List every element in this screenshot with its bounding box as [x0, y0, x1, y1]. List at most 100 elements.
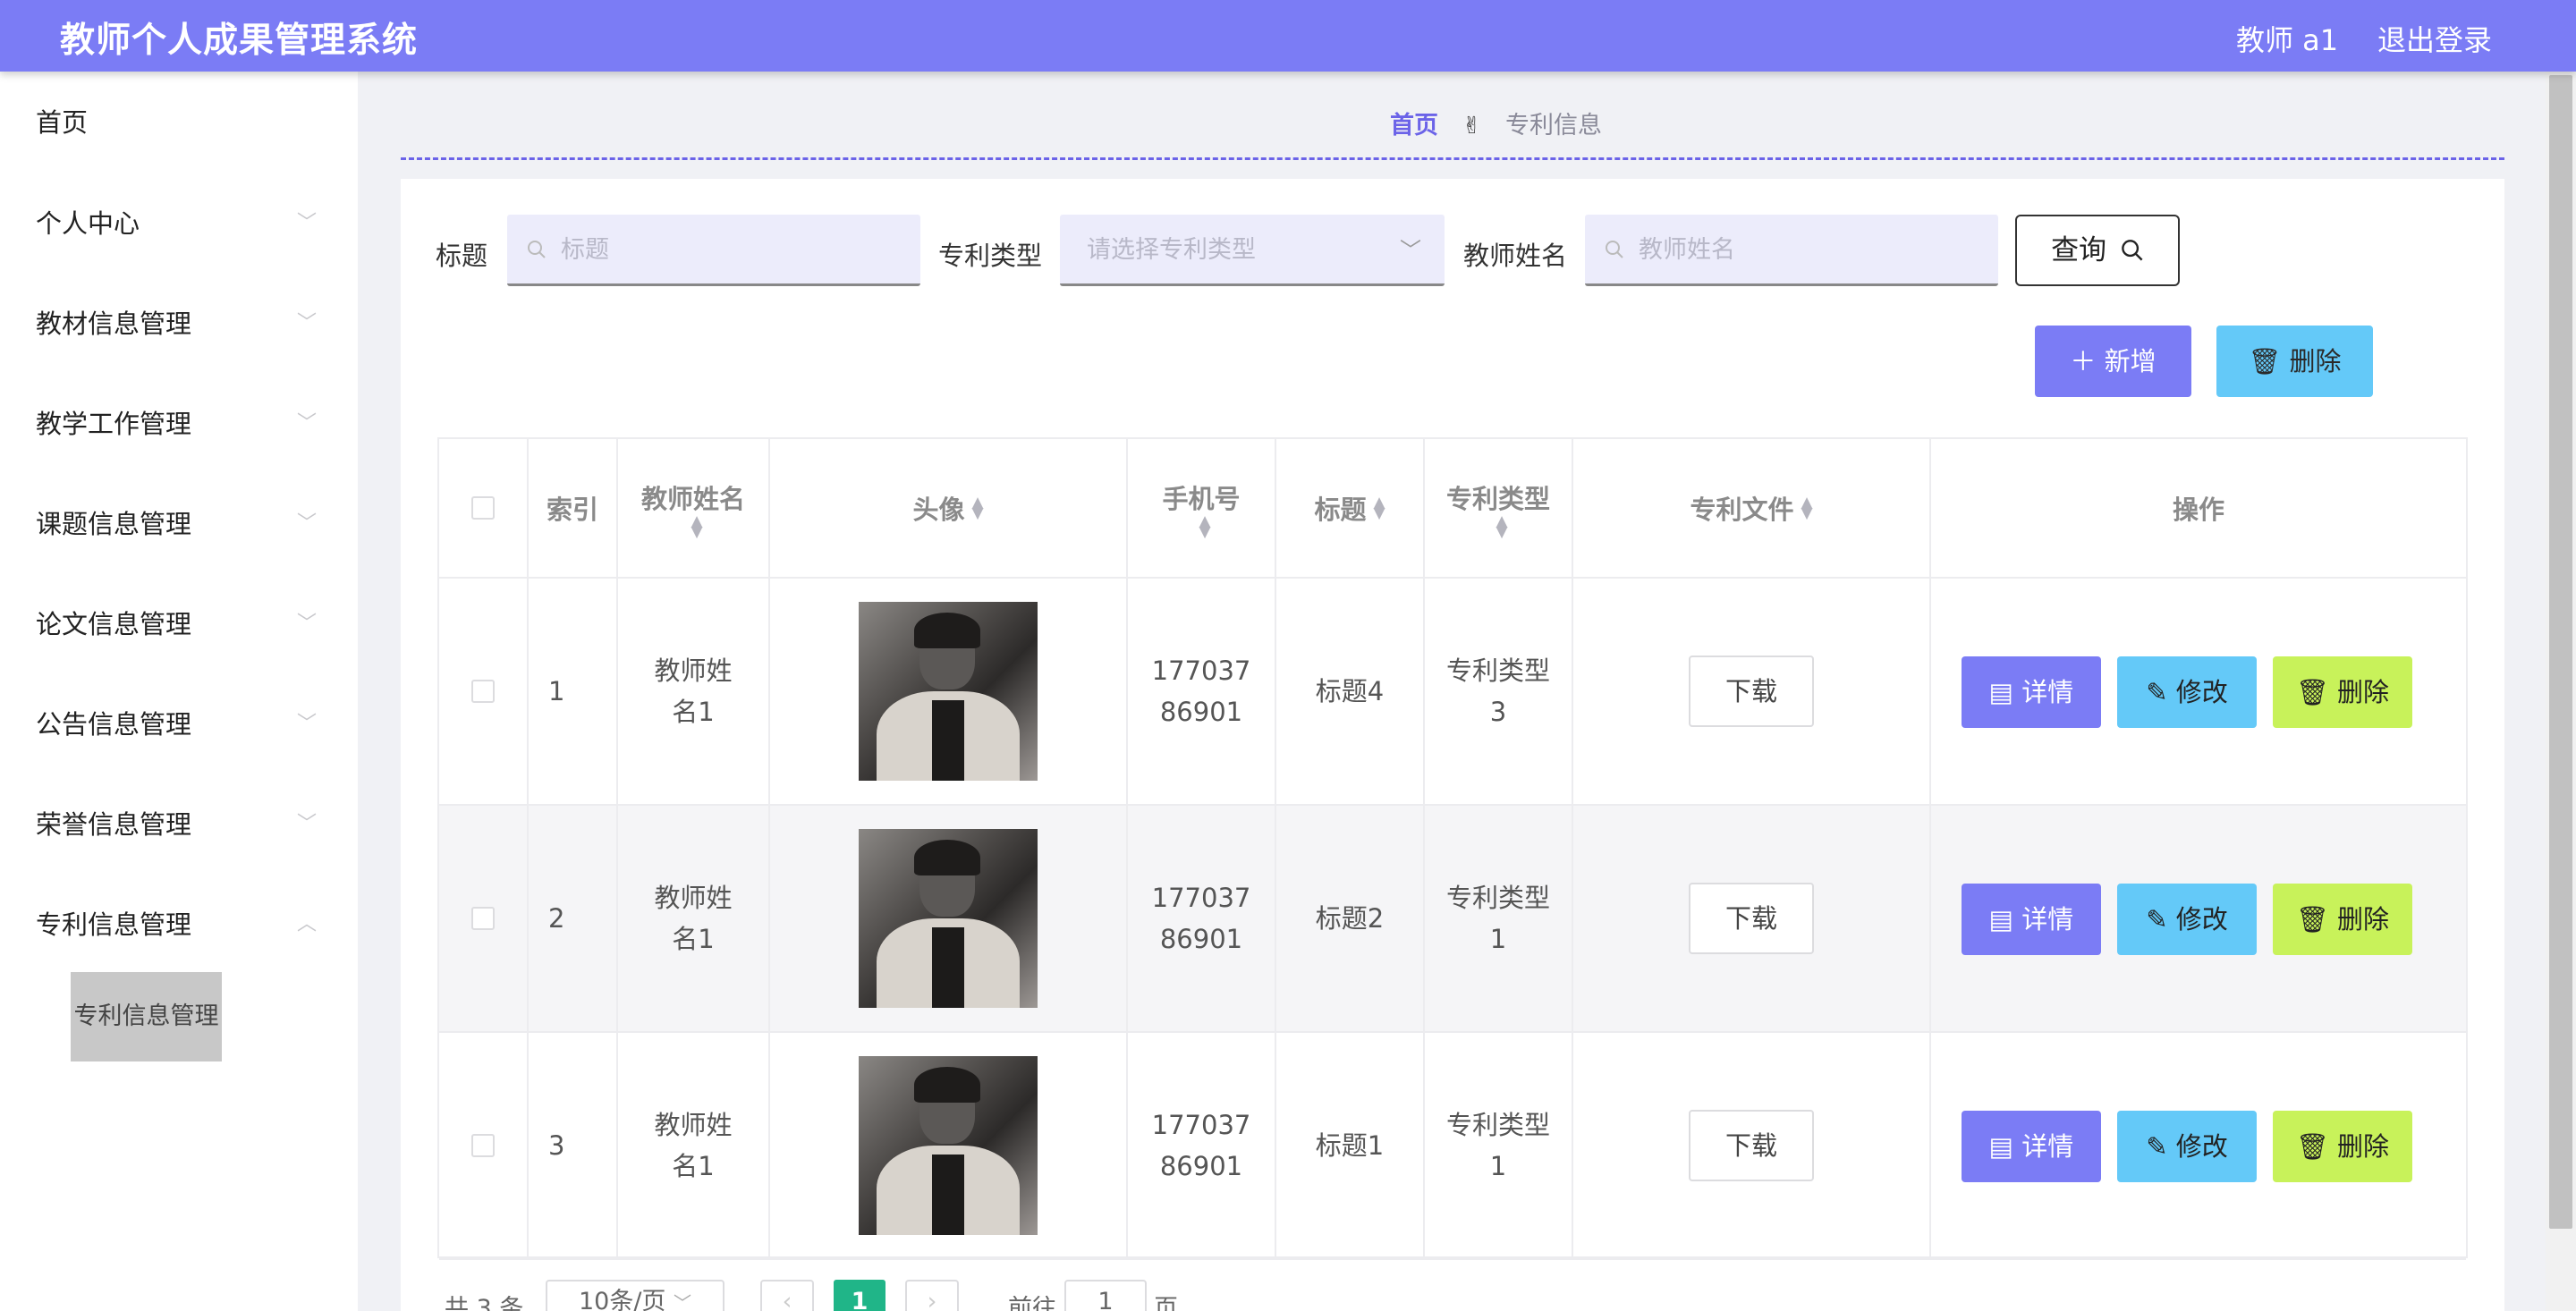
sort-icon[interactable]: ▲ ▼ [1373, 495, 1385, 521]
sidebar-item-personal-center[interactable]: 个人中心 ﹀ [36, 197, 322, 250]
download-button[interactable]: 下载 [1689, 656, 1814, 727]
sort-icon[interactable]: ▲ ▼ [1801, 495, 1812, 521]
sort-icon[interactable]: ▲ ▼ [971, 495, 983, 521]
edit-label: 修改 [2175, 677, 2228, 707]
row-checkbox[interactable] [471, 1134, 495, 1157]
sidebar-item-textbook[interactable]: 教材信息管理 ﹀ [36, 297, 322, 351]
header-index-label: 索引 [546, 495, 598, 525]
patent-table: 索引 教师姓名 ▲ ▼ 头像 ▲ ▼ 手机号 ▲ ▼ 标题 ▲ ▼ 专利类型 ▲ ▼ 专利… [437, 437, 2468, 1260]
delete-button[interactable]: 🗑 删除 [2273, 1111, 2412, 1182]
patent-type-select[interactable]: 请选择专利类型 ﹀ [1060, 215, 1445, 286]
header-avatar[interactable]: 头像 ▲ ▼ [770, 439, 1128, 579]
chevron-left-icon: ‹ [782, 1288, 792, 1311]
chevron-right-icon: › [927, 1288, 937, 1311]
chevron-down-icon: ﹀ [1400, 238, 1421, 263]
query-button[interactable]: 查询 [2015, 215, 2180, 286]
header-patent-file-label: 专利文件 [1690, 495, 1794, 525]
sidebar-item-home[interactable]: 首页 [36, 96, 322, 149]
batch-delete-button[interactable]: 🗑 删除 [2216, 326, 2373, 397]
row-phone-value: 17703786901 [1151, 883, 1251, 954]
sidebar-item-label: 论文信息管理 [36, 609, 192, 639]
table-row: 3 教师姓名1 17703786901 标题1 专利类型1 下载 ▤ 详情 ✎ … [439, 1033, 2466, 1260]
row-index-value: 3 [548, 1130, 565, 1161]
row-patent-file: 下载 [1573, 806, 1931, 1033]
delete-button[interactable]: 🗑 删除 [2273, 884, 2412, 955]
download-button[interactable]: 下载 [1689, 1110, 1814, 1181]
sidebar-item-project[interactable]: 课题信息管理 ﹀ [36, 497, 322, 551]
document-icon: ▤ [1988, 1131, 2014, 1162]
delete-label: 删除 [2337, 1131, 2390, 1162]
sidebar-item-teaching[interactable]: 教学工作管理 ﹀ [36, 397, 322, 451]
scrollbar-thumb[interactable] [2549, 75, 2572, 1229]
row-actions: ▤ 详情 ✎ 修改 🗑 删除 [1931, 579, 2466, 806]
header-title[interactable]: 标题 ▲ ▼ [1276, 439, 1425, 579]
sidebar-item-label: 教学工作管理 [36, 409, 192, 439]
goto-page-input[interactable]: 1 [1064, 1280, 1147, 1311]
sidebar-item-label: 荣誉信息管理 [36, 809, 192, 840]
edit-button[interactable]: ✎ 修改 [2117, 1111, 2257, 1182]
search-icon [528, 241, 546, 258]
detail-button[interactable]: ▤ 详情 [1962, 1111, 2101, 1182]
table-row: 1 教师姓名1 17703786901 标题4 专利类型3 下载 ▤ 详情 ✎ … [439, 579, 2466, 806]
teacher-name-input[interactable]: 教师姓名 [1585, 215, 1998, 286]
header-teacher-name[interactable]: 教师姓名 ▲ ▼ [618, 439, 770, 579]
edit-button[interactable]: ✎ 修改 [2117, 656, 2257, 728]
logout-link[interactable]: 退出登录 [2377, 18, 2492, 59]
row-select-cell [439, 806, 529, 1033]
sidebar-item-notice[interactable]: 公告信息管理 ﹀ [36, 698, 322, 751]
row-teacher-name-value: 教师姓名1 [654, 1110, 733, 1181]
prev-page-button[interactable]: ‹ [760, 1280, 814, 1311]
sidebar: 首页 个人中心 ﹀ 教材信息管理 ﹀ 教学工作管理 ﹀ 课题信息管理 ﹀ 论文信… [0, 72, 358, 1311]
download-button[interactable]: 下载 [1689, 883, 1814, 954]
next-page-button[interactable]: › [905, 1280, 959, 1311]
query-button-label: 查询 [2051, 234, 2107, 266]
title-search-input[interactable]: 标题 [507, 215, 920, 286]
row-patent-type-value: 专利类型1 [1445, 1110, 1550, 1181]
delete-button[interactable]: 🗑 删除 [2273, 656, 2412, 728]
submenu-item-patent[interactable]: 专利信息管理 [71, 972, 222, 1061]
chevron-down-icon: ﹀ [297, 613, 318, 635]
sort-icon[interactable]: ▲ ▼ [1496, 514, 1507, 540]
edit-label: 修改 [2175, 1131, 2228, 1162]
row-patent-file: 下载 [1573, 579, 1931, 806]
header-patent-file[interactable]: 专利文件 ▲ ▼ [1573, 439, 1931, 579]
header-teacher-name-label: 教师姓名 [640, 484, 745, 514]
chevron-down-icon: ﹀ [297, 512, 318, 535]
edit-button[interactable]: ✎ 修改 [2117, 884, 2257, 955]
header-phone[interactable]: 手机号 ▲ ▼ [1128, 439, 1276, 579]
sort-icon[interactable]: ▲ ▼ [1199, 514, 1210, 540]
download-label: 下载 [1724, 1130, 1777, 1161]
row-teacher-name-value: 教师姓名1 [654, 883, 733, 954]
row-teacher-name-value: 教师姓名1 [654, 656, 733, 727]
sidebar-item-paper[interactable]: 论文信息管理 ﹀ [36, 597, 322, 651]
sidebar-item-patent[interactable]: 专利信息管理 ︿ [36, 898, 322, 952]
row-title: 标题2 [1276, 806, 1425, 1033]
add-button[interactable]: ＋ 新增 [2035, 326, 2191, 397]
row-select-cell [439, 579, 529, 806]
header-patent-type[interactable]: 专利类型 ▲ ▼ [1425, 439, 1573, 579]
row-index: 3 [529, 1033, 618, 1260]
sort-icon[interactable]: ▲ ▼ [691, 514, 702, 540]
search-icon [1606, 241, 1623, 258]
row-actions: ▤ 详情 ✎ 修改 🗑 删除 [1931, 1033, 2466, 1260]
page-current[interactable]: 1 [834, 1280, 886, 1311]
row-patent-type: 专利类型3 [1425, 579, 1573, 806]
sidebar-item-honor[interactable]: 荣誉信息管理 ﹀ [36, 798, 322, 851]
trash-icon: 🗑 [2295, 904, 2329, 935]
detail-button[interactable]: ▤ 详情 [1962, 656, 2101, 728]
patent-type-placeholder: 请选择专利类型 [1087, 236, 1256, 264]
row-checkbox[interactable] [471, 907, 495, 930]
page-size-select[interactable]: 10条/页 ﹀ [546, 1280, 724, 1311]
row-checkbox[interactable] [471, 680, 495, 703]
trash-icon: 🗑 [2295, 677, 2329, 707]
plus-icon: ＋ [2070, 346, 2097, 376]
detail-button[interactable]: ▤ 详情 [1962, 884, 2101, 955]
goto-page-value: 1 [1097, 1288, 1114, 1311]
select-all-checkbox[interactable] [471, 496, 495, 520]
chevron-down-icon: ﹀ [297, 212, 318, 234]
row-avatar-cell [770, 579, 1128, 806]
breadcrumb-home[interactable]: 首页 [1390, 112, 1438, 140]
sidebar-item-label: 课题信息管理 [36, 509, 192, 539]
row-avatar-cell [770, 1033, 1128, 1260]
row-index-value: 1 [548, 676, 565, 706]
